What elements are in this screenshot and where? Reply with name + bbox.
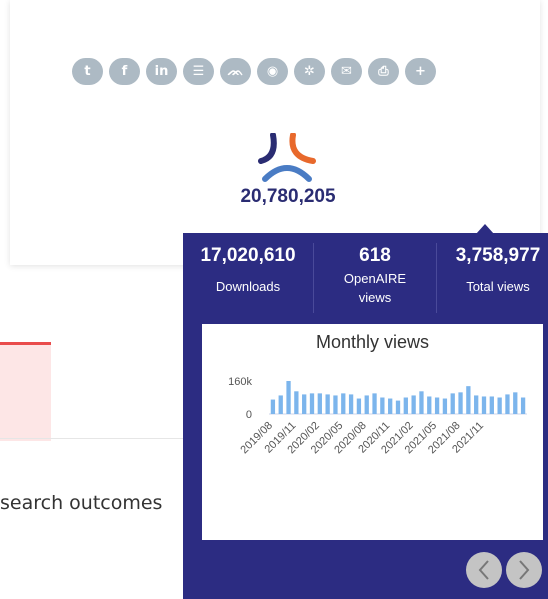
share-button-plus[interactable]: + [405, 58, 436, 85]
share-buttons-row: t f in ☰ ᨏ ◉ ✲ ✉ ⎙ + [72, 58, 436, 85]
bar [309, 393, 315, 414]
total-count: 20,780,205 [240, 186, 336, 207]
openaire-views-value: 618 [359, 245, 391, 266]
bar [427, 396, 432, 414]
next-button[interactable] [506, 552, 542, 588]
bar [388, 398, 393, 414]
chart-svg: 160k02019/082019/112020/022020/052020/08… [228, 376, 527, 456]
monthly-views-chart: Monthly views 160k 0 2019/08 2019/11 2020/02… [202, 324, 543, 540]
bar [317, 393, 322, 414]
highlight-box [0, 342, 51, 441]
print-icon: ⎙ [378, 64, 389, 79]
bar [286, 381, 291, 414]
plus-icon: + [415, 64, 426, 79]
bar [489, 396, 494, 414]
bar [419, 391, 424, 414]
bar [458, 392, 463, 414]
share-button-facebook[interactable]: f [109, 58, 140, 85]
facebook-icon: f [121, 64, 128, 79]
total-views-label: Total views [466, 279, 530, 294]
openaire-views-label: OpenAIRE views [343, 271, 407, 305]
list-icon: ☰ [192, 64, 205, 79]
stat-downloads: 17,020,610 Downloads [183, 245, 313, 296]
prev-button[interactable] [466, 552, 502, 588]
chevron-right-icon [519, 560, 530, 580]
share-button-mendeley[interactable]: ᨏ [220, 58, 251, 85]
bar [364, 395, 369, 414]
bar [411, 395, 416, 414]
bar [520, 397, 526, 414]
y-tick-label: 0 [246, 409, 252, 421]
bar [442, 398, 448, 414]
bar [294, 391, 299, 414]
bar [380, 397, 385, 414]
share-button-linkedin[interactable]: in [146, 58, 177, 85]
bar [333, 395, 338, 414]
twitter-icon: t [84, 64, 91, 79]
chevron-left-icon [478, 560, 489, 580]
bar [505, 394, 510, 414]
bar [325, 394, 330, 414]
openaire-logo-icon [258, 133, 316, 182]
bar [395, 400, 401, 414]
bar [356, 398, 362, 414]
search-outcomes-text: search outcomes [0, 492, 163, 514]
bar [278, 395, 283, 414]
metrics-popup: 17,020,610 Downloads 618 OpenAIRE views … [183, 233, 548, 599]
divider-line [0, 438, 183, 439]
mendeley-icon: ᨏ [227, 64, 244, 79]
bar [372, 393, 377, 414]
share-button-twitter[interactable]: t [72, 58, 103, 85]
downloads-label: Downloads [215, 279, 281, 294]
y-tick-label: 160k [228, 376, 252, 388]
linkedin-icon: in [154, 64, 169, 79]
share-button-print[interactable]: ⎙ [368, 58, 399, 85]
bar [403, 397, 408, 414]
bar [513, 392, 518, 414]
stat-total-views: 3,758,977 Total views [437, 245, 548, 296]
bar [302, 394, 307, 414]
share-button-reddit[interactable]: ◉ [257, 58, 288, 85]
share-button-settings[interactable]: ✲ [294, 58, 325, 85]
downloads-value: 17,020,610 [200, 245, 296, 266]
bar [481, 396, 487, 414]
total-views-value: 3,758,977 [455, 245, 541, 266]
share-button-email[interactable]: ✉ [331, 58, 362, 85]
bar [434, 397, 440, 414]
bar [497, 397, 502, 414]
settings-icon: ✲ [304, 64, 315, 79]
email-icon: ✉ [341, 64, 352, 79]
bar [270, 399, 276, 414]
bar [348, 394, 354, 414]
share-card: t f in ☰ ᨏ ◉ ✲ ✉ ⎙ + 20,780,205 [10, 0, 540, 265]
bar [450, 393, 455, 414]
bar [466, 386, 471, 414]
bar [474, 395, 479, 414]
bar [341, 393, 346, 414]
share-button-list[interactable]: ☰ [183, 58, 214, 85]
reddit-icon: ◉ [266, 64, 279, 79]
stat-openaire-views: 618 OpenAIRE views [314, 245, 436, 307]
